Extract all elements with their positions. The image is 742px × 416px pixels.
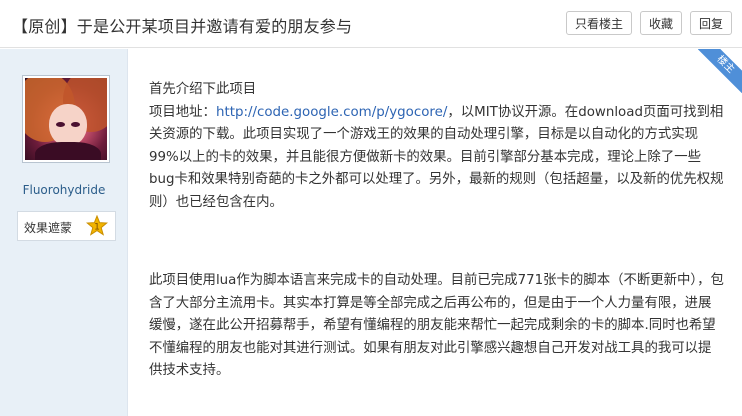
avatar-image xyxy=(25,78,107,160)
post-actions: 只看楼主 收藏 回复 xyxy=(565,11,732,35)
intro-heading: 首先介绍下此项目 xyxy=(149,82,257,97)
details-paragraph: 此项目使用lua作为脚本语言来完成卡的自动处理。目前已完成771张卡的脚本（不断… xyxy=(149,273,724,378)
author-badge[interactable]: 效果遮蒙 1 xyxy=(17,211,116,241)
badge-label: 效果遮蒙 xyxy=(24,221,73,235)
reply-button[interactable]: 回复 xyxy=(689,11,732,35)
avatar-clothing xyxy=(35,142,101,160)
project-description: ，以MIT协议开源。在download页面可找到相关资源的下载。此项目实现了一个… xyxy=(149,104,724,210)
project-info: 项目地址：http://code.google.com/p/ygocore/，以… xyxy=(149,102,724,215)
favorite-button[interactable]: 收藏 xyxy=(639,11,682,35)
avatar[interactable] xyxy=(22,75,110,163)
author-username[interactable]: Fluorohydride xyxy=(0,183,128,197)
project-address-label: 项目地址： xyxy=(149,104,216,120)
post-body: 楼主 首先介绍下此项目 项目地址：http://code.google.com/… xyxy=(129,49,742,416)
project-link[interactable]: http://code.google.com/p/ygocore/ xyxy=(216,105,447,120)
avatar-face xyxy=(49,104,87,146)
author-sidebar: Fluorohydride 效果遮蒙 1 xyxy=(0,49,128,416)
only-op-button[interactable]: 只看楼主 xyxy=(565,11,632,35)
post-title: 【原创】于是公开某项目并邀请有爱的朋友参与 xyxy=(12,17,353,36)
medal-icon: 1 xyxy=(86,215,108,236)
intro-paragraph: 首先介绍下此项目 项目地址：http://code.google.com/p/y… xyxy=(149,79,724,214)
medal-number: 1 xyxy=(94,223,100,233)
avatar-eye-left xyxy=(56,122,65,127)
avatar-eye-right xyxy=(71,122,80,127)
post-header: 【原创】于是公开某项目并邀请有爱的朋友参与 只看楼主 收藏 回复 xyxy=(0,0,742,48)
